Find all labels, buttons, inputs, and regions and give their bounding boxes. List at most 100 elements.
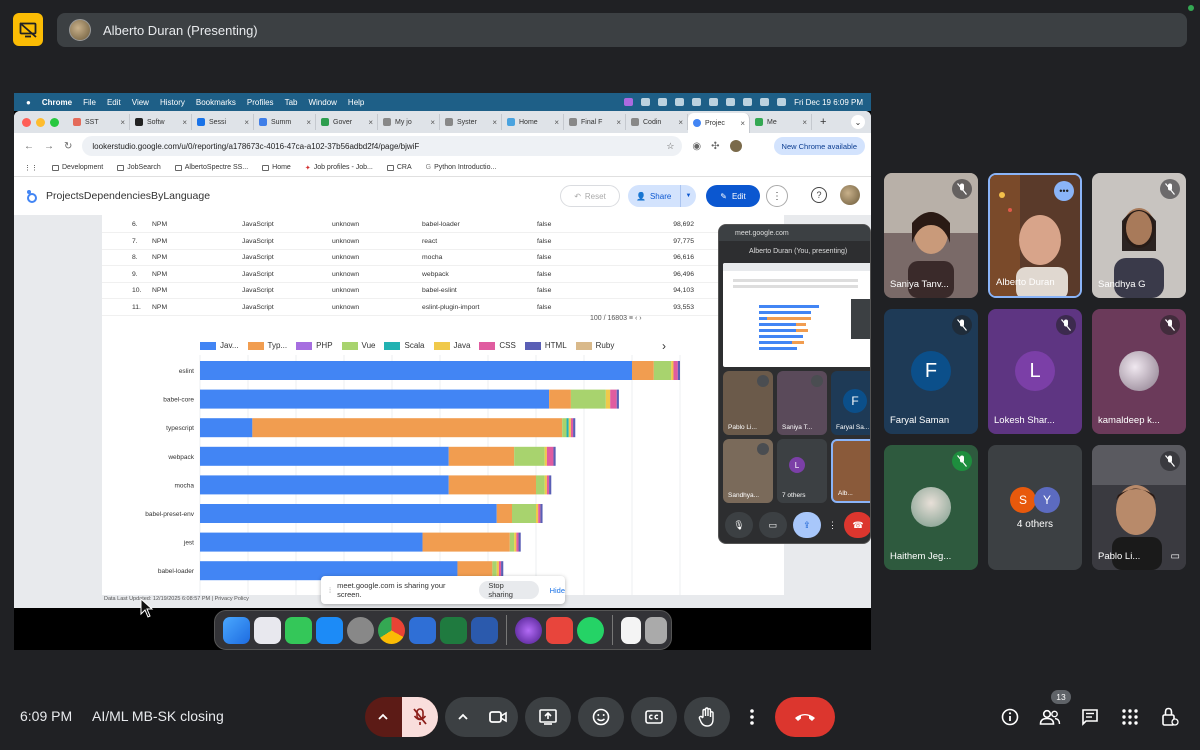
legend-item[interactable]: CSS xyxy=(479,341,516,350)
bar-segment[interactable] xyxy=(544,446,547,466)
bar-segment[interactable] xyxy=(568,418,571,438)
bar-segment[interactable] xyxy=(518,532,521,552)
legend-item[interactable]: Ruby xyxy=(575,341,614,350)
legend-item[interactable]: HTML xyxy=(524,341,567,350)
bar-segment[interactable] xyxy=(544,475,547,495)
bookmark-item[interactable]: CRA xyxy=(386,164,412,171)
bar-segment[interactable] xyxy=(514,532,517,552)
bar-segment[interactable] xyxy=(562,418,567,438)
legend-item[interactable]: PHP xyxy=(296,341,333,350)
participant-tile[interactable]: Haithem Jeg... xyxy=(884,445,978,570)
bar-segment[interactable] xyxy=(573,418,576,438)
meeting-details-icon[interactable] xyxy=(998,705,1022,729)
close-tab-icon[interactable]: × xyxy=(616,118,621,127)
pip-tile[interactable]: Sandhya... xyxy=(723,439,773,503)
outlook-icon[interactable] xyxy=(409,616,436,644)
bar-segment[interactable] xyxy=(673,361,678,380)
table-pager[interactable]: 100 / 16803 ≡ ‹ › xyxy=(590,315,642,322)
bookmark-item[interactable]: ✦ Job profiles - Job... xyxy=(305,164,373,172)
bookmark-item[interactable]: AlbertoSpectre SS... xyxy=(174,164,248,171)
captions-button[interactable] xyxy=(631,697,677,737)
close-tab-icon[interactable]: × xyxy=(182,118,187,127)
zoom-window-icon[interactable] xyxy=(50,117,59,127)
share-button[interactable]: 👤 Share ▼ xyxy=(628,185,696,207)
bar-segment[interactable] xyxy=(200,475,449,495)
new-chrome-button[interactable]: New Chrome available xyxy=(773,137,865,155)
bar-segment[interactable] xyxy=(616,389,619,409)
participant-tile[interactable]: kamaldeep k... xyxy=(1092,309,1186,434)
extension-icon[interactable]: ◉ xyxy=(692,141,701,152)
whatsapp-icon[interactable] xyxy=(577,616,604,644)
close-tab-icon[interactable]: × xyxy=(306,118,311,127)
pip-more-icon[interactable]: ⋮ xyxy=(827,512,838,538)
close-tab-icon[interactable]: × xyxy=(368,118,373,127)
bar-segment[interactable] xyxy=(546,475,550,495)
screen-share-icon[interactable] xyxy=(624,98,634,106)
bar-segment[interactable] xyxy=(653,361,672,380)
battery-icon[interactable] xyxy=(709,98,719,106)
cup-icon[interactable] xyxy=(675,98,685,106)
menu-file[interactable]: File xyxy=(83,98,96,107)
browser-tab-active[interactable]: Projec × xyxy=(688,113,750,133)
url-input[interactable]: lookerstudio.google.com/u/0/reporting/a1… xyxy=(82,136,683,156)
bar-segment[interactable] xyxy=(512,504,536,523)
camera-button[interactable] xyxy=(445,697,518,737)
close-tab-icon[interactable]: × xyxy=(430,118,435,127)
menu-bookmarks[interactable]: Bookmarks xyxy=(196,98,236,107)
acrobat-icon[interactable] xyxy=(546,616,573,644)
more-options-icon[interactable]: ••• xyxy=(1054,181,1074,201)
reload-icon[interactable]: ↻ xyxy=(64,141,72,152)
word-icon[interactable] xyxy=(471,616,498,644)
leave-call-button[interactable] xyxy=(775,697,835,737)
bar-segment[interactable] xyxy=(632,361,654,380)
legend-item[interactable]: Jav... xyxy=(200,341,239,350)
apps-grid-icon[interactable]: ⋮⋮ xyxy=(24,164,38,172)
browser-tab[interactable]: Syster × xyxy=(440,114,502,130)
mic-off-button[interactable] xyxy=(402,697,438,737)
close-tab-icon[interactable]: × xyxy=(802,118,807,127)
menu-profiles[interactable]: Profiles xyxy=(247,98,274,107)
pip-leave-icon[interactable]: ☎ xyxy=(844,512,870,538)
help-icon[interactable]: ? xyxy=(811,187,827,203)
close-tab-icon[interactable]: × xyxy=(492,118,497,127)
bars-icon[interactable] xyxy=(692,98,702,106)
pip-tile[interactable]: Saniya T... xyxy=(777,371,827,435)
excel-icon[interactable] xyxy=(440,616,467,644)
bar-segment[interactable] xyxy=(496,504,512,523)
profile-avatar[interactable] xyxy=(729,140,742,152)
launchpad-icon[interactable] xyxy=(254,616,281,644)
others-tile[interactable]: S Y 4 others xyxy=(988,445,1082,570)
bar-segment[interactable] xyxy=(200,418,253,438)
bar-segment[interactable] xyxy=(200,446,449,466)
menu-view[interactable]: View xyxy=(132,98,149,107)
browser-tab[interactable]: Sessi × xyxy=(192,114,254,130)
facetime-icon[interactable] xyxy=(285,616,312,644)
shield-icon[interactable] xyxy=(658,98,668,106)
bar-segment[interactable] xyxy=(549,389,571,409)
legend-next-icon[interactable]: › xyxy=(662,339,666,353)
siri-app-icon[interactable] xyxy=(515,616,542,644)
bar-segment[interactable] xyxy=(536,475,545,495)
bookmark-item[interactable]: G Python Introductio... xyxy=(426,164,497,171)
bar-segment[interactable] xyxy=(538,504,541,523)
menu-history[interactable]: History xyxy=(160,98,185,107)
close-window-icon[interactable] xyxy=(22,117,31,127)
share-dropdown-icon[interactable]: ▼ xyxy=(680,185,696,207)
legend-item[interactable]: Typ... xyxy=(247,341,287,350)
close-tab-icon[interactable]: × xyxy=(678,118,683,127)
pip-tile[interactable]: L 7 others xyxy=(777,439,827,503)
participant-tile[interactable]: Saniya Tanv... xyxy=(884,173,978,298)
legend-item[interactable]: Vue xyxy=(341,341,375,350)
bar-segment[interactable] xyxy=(422,532,510,552)
bar-segment[interactable] xyxy=(536,504,539,523)
pip-present-icon[interactable]: ⇪ xyxy=(792,512,821,538)
chat-icon[interactable] xyxy=(1078,705,1102,729)
bar-segment[interactable] xyxy=(677,361,680,380)
menu-help[interactable]: Help xyxy=(348,98,364,107)
stop-sharing-button[interactable]: Stop sharing xyxy=(479,581,539,599)
menubar-datetime[interactable]: Fri Dec 19 6:09 PM xyxy=(794,98,863,107)
participant-tile[interactable]: L Lokesh Shar... xyxy=(988,309,1082,434)
forward-icon[interactable]: → xyxy=(44,141,54,152)
reactions-button[interactable] xyxy=(578,697,624,737)
pip-tile[interactable]: F Faryal Sa... xyxy=(831,371,870,435)
